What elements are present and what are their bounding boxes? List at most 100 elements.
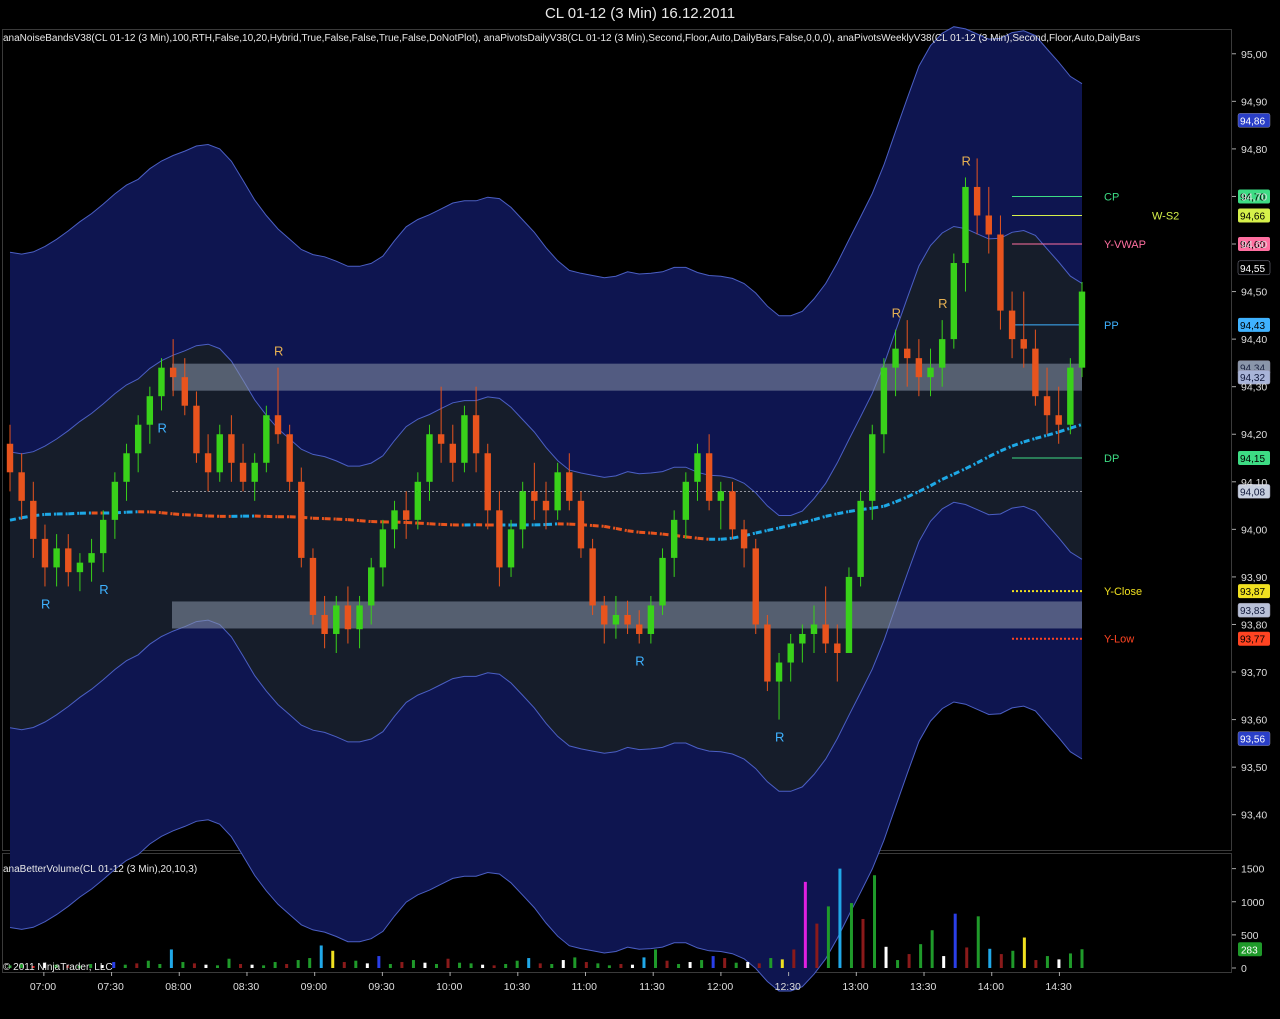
candle-body xyxy=(228,434,235,463)
candle-body xyxy=(542,500,550,511)
volume-bar xyxy=(515,960,519,968)
reversal-marker: R xyxy=(41,596,50,611)
volume-bar xyxy=(711,956,715,968)
pivot-zone xyxy=(172,363,1082,391)
candle-body xyxy=(1008,310,1016,340)
volume-bar xyxy=(354,960,358,968)
volume-bar xyxy=(700,960,704,968)
y-tick-label: 93,60 xyxy=(1241,715,1267,727)
candle-body xyxy=(729,491,736,530)
volume-bar xyxy=(227,958,231,968)
candle-body xyxy=(670,519,678,558)
reversal-marker: R xyxy=(274,344,283,359)
volume-bar xyxy=(988,948,992,968)
x-tick-label: 08:30 xyxy=(233,981,259,993)
candle-body xyxy=(810,624,818,634)
vwap-segment xyxy=(685,535,698,540)
volume-tag-text: 283 xyxy=(1241,945,1258,956)
volume-bar xyxy=(388,964,392,968)
candle-body xyxy=(834,643,841,654)
vwap-segment xyxy=(417,521,430,526)
price-tag-text: 94,66 xyxy=(1240,211,1265,222)
x-tick-label: 14:30 xyxy=(1045,981,1071,993)
volume-bar xyxy=(469,963,473,968)
candle-body xyxy=(368,567,375,606)
y-tick-label: 93,90 xyxy=(1241,572,1267,584)
volume-bar xyxy=(192,963,196,968)
volume-y-tick-label: 1500 xyxy=(1241,864,1265,876)
vwap-segment xyxy=(359,519,372,524)
candle-body xyxy=(298,481,305,558)
candle-body xyxy=(705,453,713,501)
volume-bar xyxy=(146,960,150,968)
candle-body xyxy=(321,614,328,634)
x-tick-label: 07:30 xyxy=(98,981,124,993)
x-tick-label: 12:30 xyxy=(775,981,801,993)
vwap-segment xyxy=(697,536,710,541)
candle-body xyxy=(601,605,608,625)
y-tick-label: 94,20 xyxy=(1241,429,1267,441)
volume-bar xyxy=(619,964,623,968)
volume-bar xyxy=(849,903,853,968)
volume-bar xyxy=(1057,959,1061,968)
vwap-segment xyxy=(347,518,360,523)
candle-body xyxy=(111,481,119,520)
volume-bar xyxy=(1034,960,1038,968)
volume-bar xyxy=(573,957,577,968)
volume-bar xyxy=(757,963,761,968)
candle-body xyxy=(239,462,247,482)
volume-bar xyxy=(815,923,819,968)
reversal-marker: R xyxy=(157,420,166,435)
candle-body xyxy=(612,614,620,625)
volume-bar xyxy=(492,965,496,968)
y-tick-label: 94,10 xyxy=(1241,477,1267,489)
volume-bar xyxy=(1068,953,1072,968)
candle-body xyxy=(869,434,876,501)
volume-bar xyxy=(158,964,162,968)
volume-bar xyxy=(262,965,266,968)
volume-bar xyxy=(873,875,877,968)
vwap-segment xyxy=(173,512,185,517)
volume-bar xyxy=(1011,950,1015,968)
x-tick-label: 09:30 xyxy=(368,981,394,993)
x-tick-label: 14:00 xyxy=(978,981,1004,993)
key-level-label: Y-VWAP xyxy=(1104,239,1146,251)
vwap-segment xyxy=(336,517,348,522)
price-tag-text: 93,77 xyxy=(1240,635,1265,646)
volume-bar xyxy=(734,962,738,968)
y-tick-label: 94,60 xyxy=(1241,239,1267,251)
volume-bar xyxy=(584,962,588,968)
reversal-marker: R xyxy=(938,296,947,311)
volume-bar xyxy=(907,954,911,968)
volume-bar xyxy=(423,962,427,968)
candle-body xyxy=(134,424,142,454)
candle-body xyxy=(682,481,690,520)
candle-body xyxy=(426,434,433,482)
candle-body xyxy=(18,472,25,501)
y-tick-label: 94,50 xyxy=(1241,287,1267,299)
y-tick-label: 94,70 xyxy=(1241,191,1267,203)
vwap-segment xyxy=(68,511,80,516)
candle-body xyxy=(880,367,888,435)
price-tag-text: 94,43 xyxy=(1240,321,1265,332)
vwap-segment xyxy=(429,522,442,526)
candle-body xyxy=(333,605,340,634)
candle-body xyxy=(554,472,561,511)
price-tag-text: 94,15 xyxy=(1240,454,1265,465)
candle-body xyxy=(216,434,223,473)
candle-body xyxy=(973,186,981,216)
candle-body xyxy=(764,624,771,682)
candle-body xyxy=(1078,291,1086,368)
candle-body xyxy=(1043,396,1051,416)
y-tick-label: 94,30 xyxy=(1241,382,1267,394)
key-level-label: CP xyxy=(1104,191,1119,203)
y-tick-label: 95,00 xyxy=(1241,49,1267,61)
candle-body xyxy=(472,415,480,454)
candle-body xyxy=(624,614,631,625)
x-tick-label: 13:00 xyxy=(842,981,868,993)
volume-bar xyxy=(792,949,796,968)
vwap-segment xyxy=(161,511,174,516)
y-tick-label: 93,80 xyxy=(1241,619,1267,631)
volume-bar xyxy=(677,964,681,968)
vwap-segment xyxy=(592,524,605,528)
